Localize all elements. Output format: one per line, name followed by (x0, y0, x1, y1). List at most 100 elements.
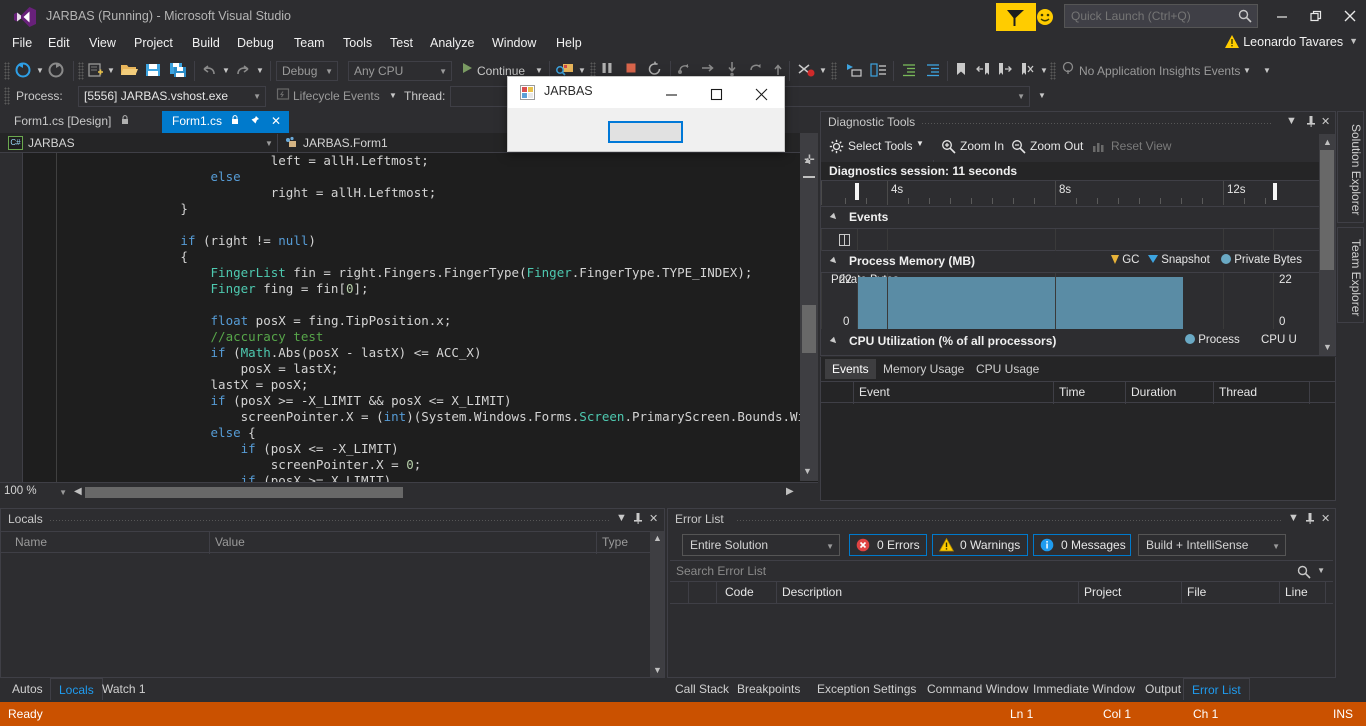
timeline-marker-end[interactable] (1273, 183, 1277, 200)
navigation-project-combo[interactable]: JARBAS (28, 133, 75, 153)
editor-horizontal-scroll-thumb[interactable] (85, 487, 403, 498)
menu-tools[interactable]: Tools (337, 34, 378, 54)
tab-cpu-usage[interactable]: CPU Usage (969, 359, 1046, 379)
diagnostics-timeline-ruler[interactable]: 4s 8s 12s (821, 181, 1319, 207)
panel-menu-icon[interactable]: ▼ (616, 512, 627, 524)
code-line[interactable]: //accuracy test (60, 329, 800, 345)
zoom-out-button[interactable]: Zoom Out (1030, 139, 1083, 153)
pin-icon[interactable] (633, 512, 643, 527)
jarbas-app-window[interactable]: JARBAS (507, 76, 785, 152)
search-icon[interactable] (1297, 565, 1311, 582)
zoom-in-button[interactable]: Zoom In (960, 139, 1004, 153)
chevron-down-icon[interactable]: ▼ (916, 139, 924, 148)
next-bookmark-icon[interactable] (997, 61, 1019, 81)
code-line[interactable]: screenPointer.X = (int)(System.Windows.F… (60, 409, 800, 425)
code-line[interactable]: posX = lastX; (60, 361, 800, 377)
toolbar-grip[interactable] (4, 87, 10, 105)
save-icon[interactable] (143, 61, 165, 81)
column-value[interactable]: Value (215, 535, 245, 549)
navigate-backward-icon[interactable] (14, 61, 36, 81)
events-track[interactable] (821, 229, 1319, 251)
column-event[interactable]: Event (859, 385, 890, 399)
quick-launch-input[interactable] (1064, 4, 1258, 28)
clear-bookmarks-icon[interactable] (1019, 61, 1041, 81)
menu-view[interactable]: View (83, 34, 122, 54)
error-scope-combo[interactable]: Entire Solution ▼ (682, 534, 840, 556)
process-memory-section-header[interactable]: Process Memory (MB) GC Snapshot Private … (821, 251, 1319, 273)
solution-platform-combo[interactable]: Any CPU ▼ (348, 61, 452, 81)
jarbas-close-button[interactable] (739, 77, 784, 107)
code-line[interactable]: Finger fing = fin[0]; (60, 281, 800, 297)
decrease-indent-icon[interactable] (923, 61, 945, 81)
send-smile-icon[interactable] (1036, 8, 1054, 26)
editor-vertical-scroll-thumb[interactable] (802, 305, 816, 353)
scroll-down-icon[interactable]: ▼ (1323, 342, 1332, 352)
messages-filter-button[interactable]: 0 Messages (1033, 534, 1131, 556)
pin-icon[interactable] (1305, 512, 1315, 527)
column-name[interactable]: Name (15, 535, 47, 549)
errors-filter-button[interactable]: 0 Errors (849, 534, 927, 556)
insights-dropdown-icon[interactable]: ▼ (1243, 67, 1251, 75)
close-icon[interactable]: ✕ (271, 114, 281, 128)
editor-zoom-combo[interactable]: 100 % ▼ (4, 484, 70, 500)
open-file-icon[interactable] (119, 61, 141, 81)
tab-autos[interactable]: Autos (4, 678, 51, 700)
jarbas-maximize-button[interactable] (694, 77, 739, 107)
code-line[interactable]: lastX = posX; (60, 377, 800, 393)
bookmark-dropdown-icon[interactable]: ▼ (1040, 67, 1048, 75)
drag-dots[interactable] (49, 519, 609, 522)
close-icon[interactable]: ✕ (649, 512, 658, 525)
scroll-left-icon[interactable]: ◀ (74, 486, 82, 497)
menu-file[interactable]: File (6, 34, 38, 54)
column-project[interactable]: Project (1084, 585, 1121, 599)
lifecycle-dropdown-icon[interactable]: ▼ (389, 92, 397, 100)
code-line[interactable]: FingerList fin = right.Fingers.FingerTyp… (60, 265, 800, 281)
redo-icon[interactable] (233, 61, 255, 81)
collapse-triangle-icon[interactable] (829, 336, 839, 346)
increase-indent-icon[interactable] (899, 61, 921, 81)
column-line[interactable]: Line (1285, 585, 1308, 599)
account-menu[interactable]: Leonardo Tavares ▼ (1225, 35, 1358, 51)
panel-menu-icon[interactable]: ▼ (1286, 115, 1297, 127)
error-source-combo[interactable]: Build + IntelliSense ▼ (1138, 534, 1286, 556)
code-line[interactable]: left = allH.Leftmost; (60, 153, 800, 169)
code-line[interactable]: screenPointer.X = 0; (60, 457, 800, 473)
application-insights-label[interactable]: No Application Insights Events (1079, 64, 1240, 78)
toolbar-overflow-icon[interactable]: ▼ (1263, 67, 1271, 75)
redo-dropdown-icon[interactable]: ▼ (256, 67, 264, 75)
new-project-icon[interactable] (86, 61, 108, 81)
code-line[interactable]: right = allH.Leftmost; (60, 185, 800, 201)
code-line[interactable]: if (Math.Abs(posX - lastX) <= ACC_X) (60, 345, 800, 361)
scroll-up-icon[interactable]: ▲ (653, 533, 662, 543)
code-line[interactable]: if (posX <= -X_LIMIT) (60, 441, 800, 457)
window-restore-button[interactable] (1302, 4, 1332, 28)
debug-location-overflow-icon[interactable]: ▼ (1038, 92, 1046, 100)
continue-dropdown-icon[interactable]: ▼ (535, 67, 543, 75)
timeline-marker-start[interactable] (855, 183, 859, 200)
undo-icon[interactable] (200, 61, 222, 81)
jarbas-minimize-button[interactable] (649, 77, 694, 107)
code-line[interactable] (60, 217, 800, 233)
column-file[interactable]: File (1187, 585, 1206, 599)
window-minimize-button[interactable] (1268, 4, 1298, 28)
event-marker-icon[interactable] (839, 234, 850, 246)
code-line[interactable]: { (60, 249, 800, 265)
vertical-tab-solution-explorer[interactable]: Solution Explorer (1337, 111, 1364, 223)
tab-exception-settings[interactable]: Exception Settings (809, 678, 924, 700)
tab-command-window[interactable]: Command Window (919, 678, 1036, 700)
tab-breakpoints[interactable]: Breakpoints (729, 678, 808, 700)
save-all-icon[interactable] (168, 61, 190, 81)
menu-debug[interactable]: Debug (231, 34, 280, 54)
tab-error-list[interactable]: Error List (1183, 678, 1250, 700)
menu-edit[interactable]: Edit (42, 34, 76, 54)
menu-analyze[interactable]: Analyze (424, 34, 480, 54)
events-section-header[interactable]: Events (821, 207, 1319, 229)
code-line[interactable]: float posX = fing.TipPosition.x; (60, 313, 800, 329)
tab-memory-usage[interactable]: Memory Usage (876, 359, 971, 379)
menu-build[interactable]: Build (186, 34, 226, 54)
warnings-filter-button[interactable]: 0 Warnings (932, 534, 1028, 556)
process-combo[interactable]: [5556] JARBAS.vshost.exe ▼ (78, 86, 266, 107)
code-line[interactable]: else { (60, 425, 800, 441)
toolbar-grip[interactable] (78, 62, 84, 80)
close-icon[interactable]: ✕ (1321, 115, 1330, 128)
